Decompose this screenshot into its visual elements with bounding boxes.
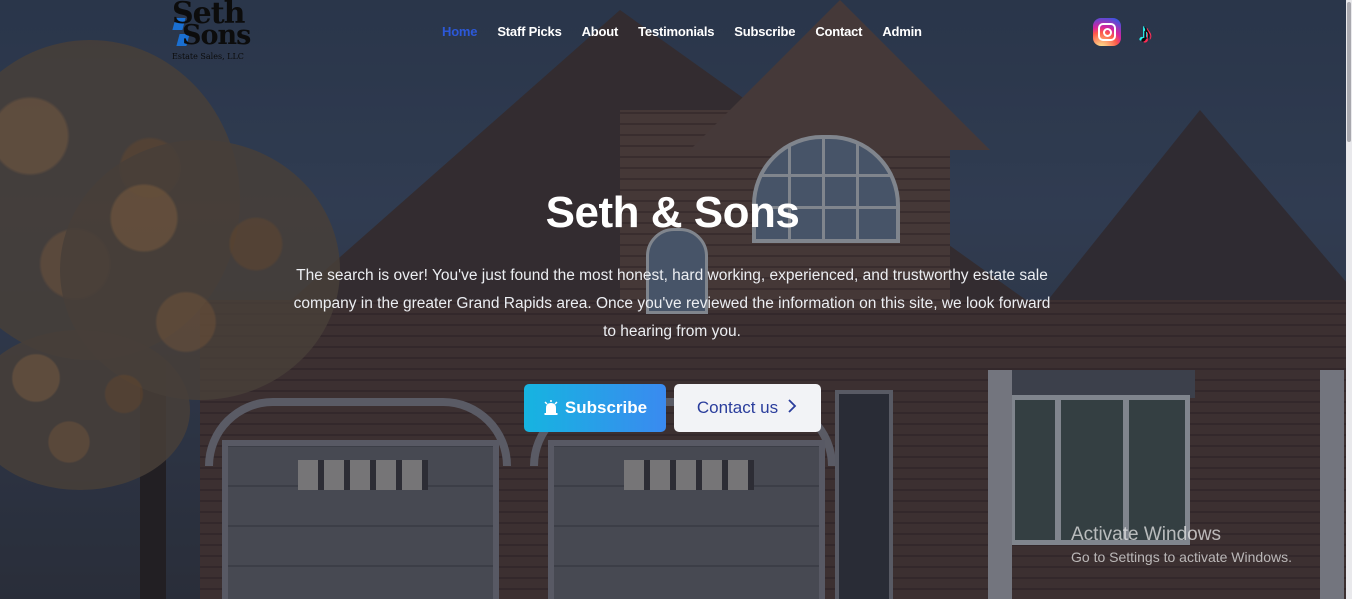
nav-item-admin[interactable]: Admin [872,24,931,42]
nav-item-home[interactable]: Home [432,24,487,42]
page-scrollbar[interactable] [1346,0,1352,599]
tiktok-icon[interactable]: ♪ ♪ ♪ [1133,18,1161,48]
hero-description: The search is over! You've just found th… [293,267,1051,340]
contact-button-label: Contact us [696,398,779,417]
subscribe-button[interactable]: Subscribe [524,384,666,432]
social-links: ♪ ♪ ♪ [1093,18,1161,48]
windows-activation-watermark: Activate Windows Go to Settings to activ… [1071,524,1292,565]
chevron-right-icon [786,398,798,419]
main-nav: Home Staff Picks About Testimonials Subs… [432,24,932,42]
contact-us-button[interactable]: Contact us [674,384,821,432]
watermark-title: Activate Windows [1071,524,1221,545]
scrollbar-thumb[interactable] [1347,2,1351,142]
nav-item-subscribe[interactable]: Subscribe [724,24,805,42]
site-logo[interactable]: Seth Sons Estate Sales, LLC [168,0,251,64]
watermark-subtitle: Go to Settings to activate Windows. [1071,549,1292,565]
nav-item-testimonials[interactable]: Testimonials [628,24,724,42]
nav-item-about[interactable]: About [572,24,629,42]
nav-item-staff-picks[interactable]: Staff Picks [487,24,571,42]
hero-title: Seth & Sons [545,188,800,237]
alarm-bell-icon [543,400,558,416]
logo-line-3: Estate Sales, LLC [172,52,244,61]
instagram-icon[interactable] [1093,18,1121,46]
subscribe-button-label: Subscribe [564,398,648,417]
logo-line-2: Sons [182,20,251,51]
nav-item-contact[interactable]: Contact [805,24,872,42]
